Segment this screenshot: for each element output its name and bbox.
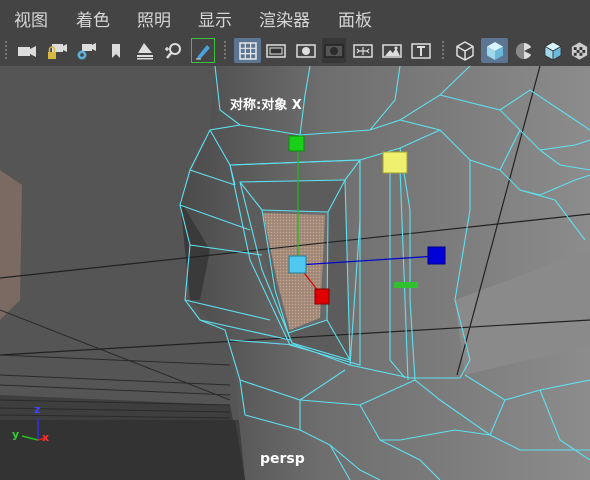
move-z-handle[interactable]	[314, 288, 330, 305]
grid-icon[interactable]	[234, 38, 261, 63]
move-center-handle[interactable]	[288, 255, 307, 274]
move-plane-handle[interactable]	[382, 151, 408, 174]
symmetry-label: 对称:对象 X	[230, 98, 302, 113]
camera-select-icon[interactable]	[15, 38, 39, 63]
smooth-shade-cube-icon[interactable]	[481, 38, 508, 63]
textured-icon[interactable]	[569, 38, 590, 63]
two-d-pan-zoom-icon[interactable]	[162, 38, 186, 63]
axis-y-label: y	[12, 428, 20, 441]
background-mesh	[0, 420, 245, 480]
menu-renderer[interactable]: 渲染器	[259, 6, 310, 31]
toolbar-separator	[442, 41, 444, 61]
toolbar-separator	[224, 41, 226, 61]
safe-title-icon[interactable]	[409, 38, 433, 63]
wireframe-on-shaded-icon[interactable]	[541, 38, 565, 63]
menu-panels[interactable]: 面板	[338, 6, 372, 31]
panel-toolbar	[0, 36, 590, 66]
wireframe-cube-icon[interactable]	[453, 38, 477, 63]
menu-shading[interactable]: 着色	[76, 6, 110, 31]
toolbar-separator	[5, 41, 7, 61]
image-plane-icon[interactable]	[133, 38, 157, 63]
axis-x-label: x	[42, 431, 50, 444]
menu-show[interactable]: 显示	[198, 6, 232, 31]
bookmark-icon[interactable]	[104, 38, 128, 63]
axis-z-label: z	[34, 403, 41, 416]
background-mesh	[0, 170, 22, 320]
move-y-handle[interactable]	[288, 135, 305, 152]
camera-lock-icon[interactable]	[45, 38, 69, 63]
scene-canvas[interactable]	[0, 66, 590, 480]
field-chart-icon[interactable]	[351, 38, 375, 63]
menu-bar: 视图 着色 照明 显示 渲染器 面板	[0, 0, 590, 36]
default-material-icon[interactable]	[512, 38, 536, 63]
resolution-gate-icon[interactable]	[294, 38, 318, 63]
camera-name-label: persp	[260, 451, 305, 467]
menu-view[interactable]: 视图	[14, 6, 48, 31]
grease-pencil-icon[interactable]	[191, 38, 215, 63]
symmetry-marker	[394, 282, 418, 288]
safe-action-icon[interactable]	[380, 38, 404, 63]
gate-mask-icon[interactable]	[322, 38, 346, 63]
camera-attributes-icon[interactable]	[74, 38, 98, 63]
move-x-handle[interactable]	[427, 246, 446, 265]
film-gate-icon[interactable]	[264, 38, 288, 63]
perspective-viewport[interactable]: 对称:对象 X persp z y x	[0, 66, 590, 480]
menu-lighting[interactable]: 照明	[137, 6, 171, 31]
